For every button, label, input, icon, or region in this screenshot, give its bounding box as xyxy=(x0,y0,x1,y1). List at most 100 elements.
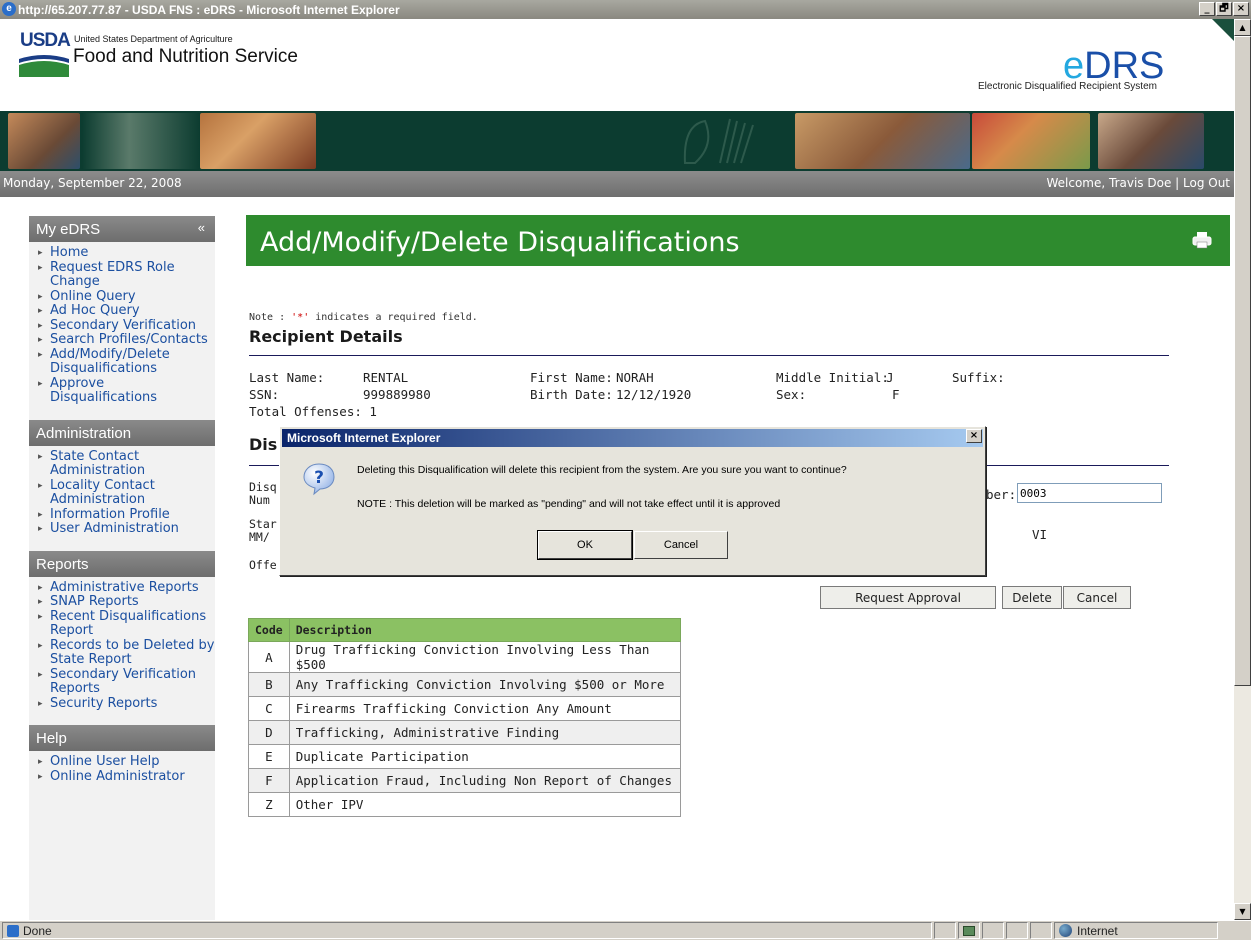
status-panel xyxy=(958,922,980,939)
current-date: Monday, September 22, 2008 xyxy=(3,176,182,190)
middle-initial-label: Middle Initial: xyxy=(776,370,889,385)
table-row: Z Other IPV xyxy=(248,792,681,817)
sidebar-item-search-profiles[interactable]: Search Profiles/Contacts xyxy=(38,332,215,348)
table-row: E Duplicate Participation xyxy=(248,744,681,769)
sidebar-item-secondary-verification[interactable]: Secondary Verification xyxy=(38,318,215,334)
edrs-subtitle: Electronic Disqualified Recipient System xyxy=(978,81,1157,92)
code-cell: F xyxy=(248,768,290,793)
close-window-button[interactable]: × xyxy=(1233,2,1249,16)
description-cell: Application Fraud, Including Non Report … xyxy=(288,768,681,793)
description-cell: Trafficking, Administrative Finding xyxy=(288,720,681,745)
table-row: C Firearms Trafficking Conviction Any Amo… xyxy=(248,696,681,721)
table-row: B Any Trafficking Conviction Involving $5… xyxy=(248,672,681,697)
sidebar-item-request-role-change[interactable]: Request EDRS Role Change xyxy=(38,260,215,290)
sidebar-item-approve-disqualifications[interactable]: Approve Disqualifications xyxy=(38,376,215,406)
scroll-thumb[interactable] xyxy=(1234,36,1251,686)
sidebar-item-online-user-help[interactable]: Online User Help xyxy=(38,754,215,770)
start-date-label-b: MM/ xyxy=(249,530,270,544)
banner-photo-produce xyxy=(972,113,1090,169)
sidebar-item-add-modify-delete[interactable]: Add/Modify/Delete Disqualifications xyxy=(38,347,215,377)
code-cell: B xyxy=(248,672,290,697)
welcome-logout[interactable]: Welcome, Travis Doe | Log Out xyxy=(1046,176,1230,190)
sidebar-item-recent-disqualifications[interactable]: Recent Disqualifications Report xyxy=(38,609,215,639)
code-cell: C xyxy=(248,696,290,721)
usda-logo-text: USDA xyxy=(20,30,71,51)
start-date-label-a: Star xyxy=(249,517,277,531)
code-cell: A xyxy=(248,641,290,673)
column-header-description: Description xyxy=(288,618,681,642)
svg-text:?: ? xyxy=(314,468,324,488)
sidebar-item-ad-hoc-query[interactable]: Ad Hoc Query xyxy=(38,303,215,319)
code-cell: Z xyxy=(248,792,290,817)
confirm-dialog: Microsoft Internet Explorer × ? Deleting… xyxy=(279,426,986,576)
browser-window: e http://65.207.77.87 - USDA FNS : eDRS … xyxy=(0,0,1251,940)
sidebar-item-state-contact[interactable]: State Contact Administration xyxy=(38,449,215,479)
sidebar-item-information-profile[interactable]: Information Profile xyxy=(38,507,215,523)
sidebar-item-online-administrator[interactable]: Online Administrator xyxy=(38,769,215,785)
sex-value: F xyxy=(892,387,900,402)
sidebar-item-snap-reports[interactable]: SNAP Reports xyxy=(38,594,215,610)
total-offenses: Total Offenses: 1 xyxy=(249,404,377,419)
sidebar-item-online-query[interactable]: Online Query xyxy=(38,289,215,305)
sidebar-item-secondary-verification-reports[interactable]: Secondary Verification Reports xyxy=(38,667,215,697)
first-name-label: First Name: xyxy=(530,370,613,385)
column-header-code: Code xyxy=(248,618,290,642)
sidebar-list-help: Online User Help Online Administrator xyxy=(29,751,215,798)
sidebar-list-my-edrs: Home Request EDRS Role Change Online Que… xyxy=(29,242,215,420)
question-icon: ? xyxy=(303,463,335,496)
agency-name: Food and Nutrition Service xyxy=(73,46,298,67)
code-cell: E xyxy=(248,744,290,769)
state-value: VI xyxy=(1032,527,1048,542)
dialog-note: NOTE : This deletion will be marked as "… xyxy=(357,498,781,510)
ie-icon: e xyxy=(2,2,16,16)
dialog-cancel-button[interactable]: Cancel xyxy=(634,531,728,559)
status-panel xyxy=(934,922,956,939)
first-name-value: NORAH xyxy=(616,370,654,385)
sidebar-item-user-administration[interactable]: User Administration xyxy=(38,521,215,537)
ie-page-icon xyxy=(7,924,19,937)
birth-date-value: 12/12/1920 xyxy=(616,387,692,402)
cancel-button[interactable]: Cancel xyxy=(1063,586,1131,609)
offense-label: Offe xyxy=(249,558,277,572)
minimize-button[interactable]: _ xyxy=(1199,2,1215,16)
sidebar-list-administration: State Contact Administration Locality Co… xyxy=(29,446,215,551)
sidebar-item-security-reports[interactable]: Security Reports xyxy=(38,696,215,712)
sidebar: My eDRS « Home Request EDRS Role Change … xyxy=(29,216,215,920)
restore-button[interactable]: 🗗 xyxy=(1216,2,1232,16)
table-header-row: Code Description xyxy=(248,618,681,642)
scroll-up-icon[interactable]: ▲ xyxy=(1234,19,1251,36)
delete-button[interactable]: Delete xyxy=(1002,586,1062,609)
zone-text: Internet xyxy=(1077,923,1118,938)
number-label: ber: xyxy=(986,487,1017,502)
zone-panel: Internet xyxy=(1054,922,1218,939)
sex-label: Sex: xyxy=(776,387,807,402)
print-icon[interactable] xyxy=(1192,231,1212,249)
banner-fork-icon xyxy=(683,118,754,164)
disqualification-number-label-b: Num xyxy=(249,493,270,507)
dialog-message: Deleting this Disqualification will dele… xyxy=(357,464,847,476)
collapse-icon[interactable]: « xyxy=(198,220,205,235)
code-cell: D xyxy=(248,720,290,745)
sidebar-item-administrative-reports[interactable]: Administrative Reports xyxy=(38,580,215,596)
scroll-down-icon[interactable]: ▼ xyxy=(1234,903,1251,920)
vertical-scrollbar[interactable]: ▲ ▼ xyxy=(1234,19,1251,920)
date-bar: Monday, September 22, 2008 Welcome, Trav… xyxy=(0,171,1234,197)
status-text: Done xyxy=(23,923,52,938)
ssn-label: SSN: xyxy=(249,387,280,402)
ssn-value: 999889980 xyxy=(363,387,431,402)
request-approval-button[interactable]: Request Approval xyxy=(820,586,996,609)
status-panel xyxy=(1006,922,1028,939)
description-cell: Other IPV xyxy=(288,792,681,817)
suffix-label: Suffix: xyxy=(952,370,1005,385)
sidebar-item-locality-contact[interactable]: Locality Contact Administration xyxy=(38,478,215,508)
sidebar-item-home[interactable]: Home xyxy=(38,245,215,261)
sidebar-heading-help: Help xyxy=(29,725,215,751)
sidebar-list-reports: Administrative Reports SNAP Reports Rece… xyxy=(29,577,215,726)
banner-photo-children xyxy=(200,113,316,169)
ok-button[interactable]: OK xyxy=(537,530,633,560)
sidebar-item-records-to-be-deleted[interactable]: Records to be Deleted by State Report xyxy=(38,638,215,668)
security-icon xyxy=(963,925,975,936)
dialog-close-button[interactable]: × xyxy=(966,429,982,443)
status-panel xyxy=(1030,922,1052,939)
number-input[interactable] xyxy=(1017,483,1162,503)
